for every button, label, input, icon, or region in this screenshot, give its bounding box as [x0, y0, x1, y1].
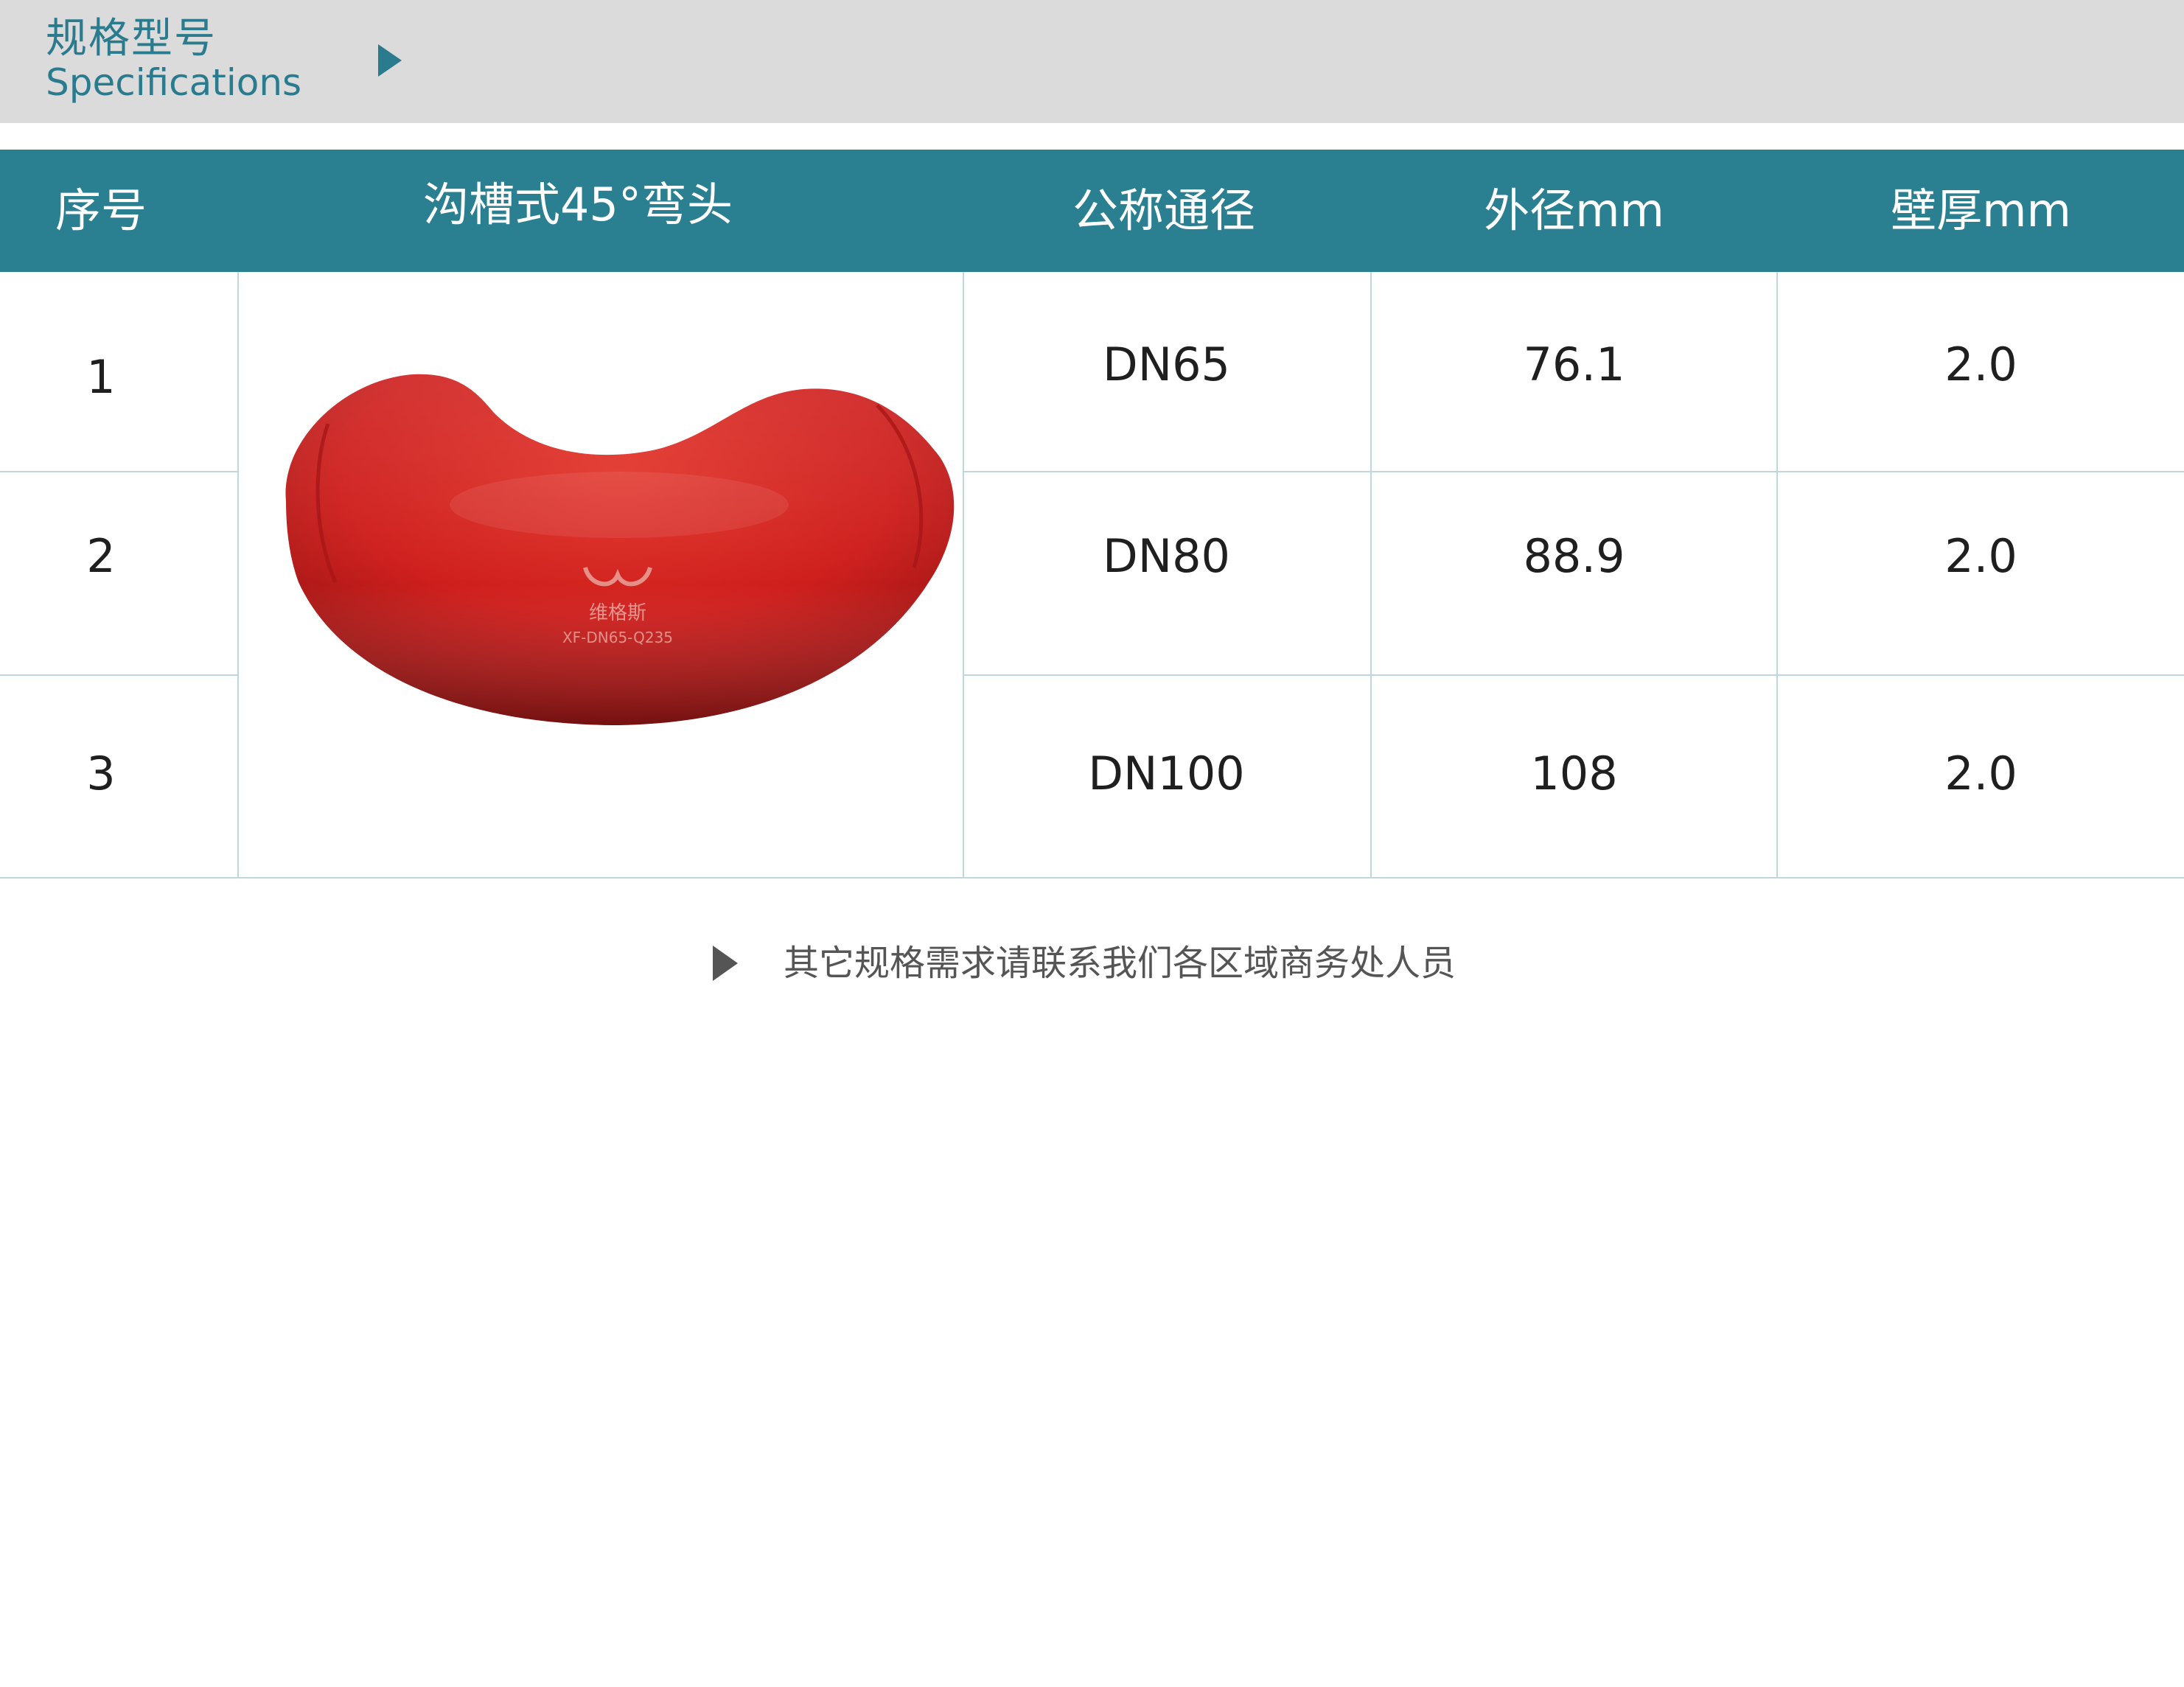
row-nominal-3: DN100: [1088, 747, 1245, 800]
column-header-outer-diameter: 外径mm: [1484, 184, 1664, 237]
row-outer-1: 76.1: [1523, 338, 1625, 391]
row-nominal-1: DN65: [1102, 338, 1230, 391]
column-header-index: 序号: [55, 184, 147, 237]
row-divider: [0, 471, 237, 472]
row-wall-2: 2.0: [1944, 529, 2017, 583]
contact-note: 其它规格需求请联系我们各区域商务处人员: [784, 943, 1456, 984]
column-header-nominal-diameter: 公称通径: [1072, 184, 1255, 237]
elbow-stamp-text: XF-DN65-Q235: [562, 629, 673, 646]
row-index-3: 3: [86, 747, 116, 800]
column-divider: [237, 272, 239, 879]
column-header-product: 沟槽式45°弯头: [423, 178, 733, 231]
row-wall-3: 2.0: [1944, 747, 2017, 800]
header-band: [0, 0, 2184, 123]
row-divider: [963, 471, 2184, 472]
row-wall-1: 2.0: [1944, 338, 2017, 391]
elbow-product-image: 维格斯 XF-DN65-Q235: [285, 374, 955, 725]
row-nominal-2: DN80: [1102, 529, 1230, 583]
section-title-en: Specifications: [46, 61, 302, 104]
row-divider: [963, 674, 2184, 676]
row-outer-2: 88.9: [1523, 529, 1625, 583]
play-triangle-icon: [378, 44, 402, 77]
column-header-wall-thickness: 壁厚mm: [1891, 184, 2071, 237]
row-outer-3: 108: [1530, 747, 1618, 800]
row-index-2: 2: [86, 529, 116, 583]
row-index-1: 1: [86, 350, 116, 404]
table-header-row: 序号 沟槽式45°弯头 公称通径 外径mm 壁厚mm: [0, 150, 2184, 272]
elbow-logo-text: 维格斯: [589, 602, 646, 624]
table-bottom-border: [0, 877, 2184, 879]
section-title-cn: 规格型号: [46, 15, 217, 63]
play-triangle-icon: [713, 946, 738, 981]
row-divider: [0, 674, 237, 676]
